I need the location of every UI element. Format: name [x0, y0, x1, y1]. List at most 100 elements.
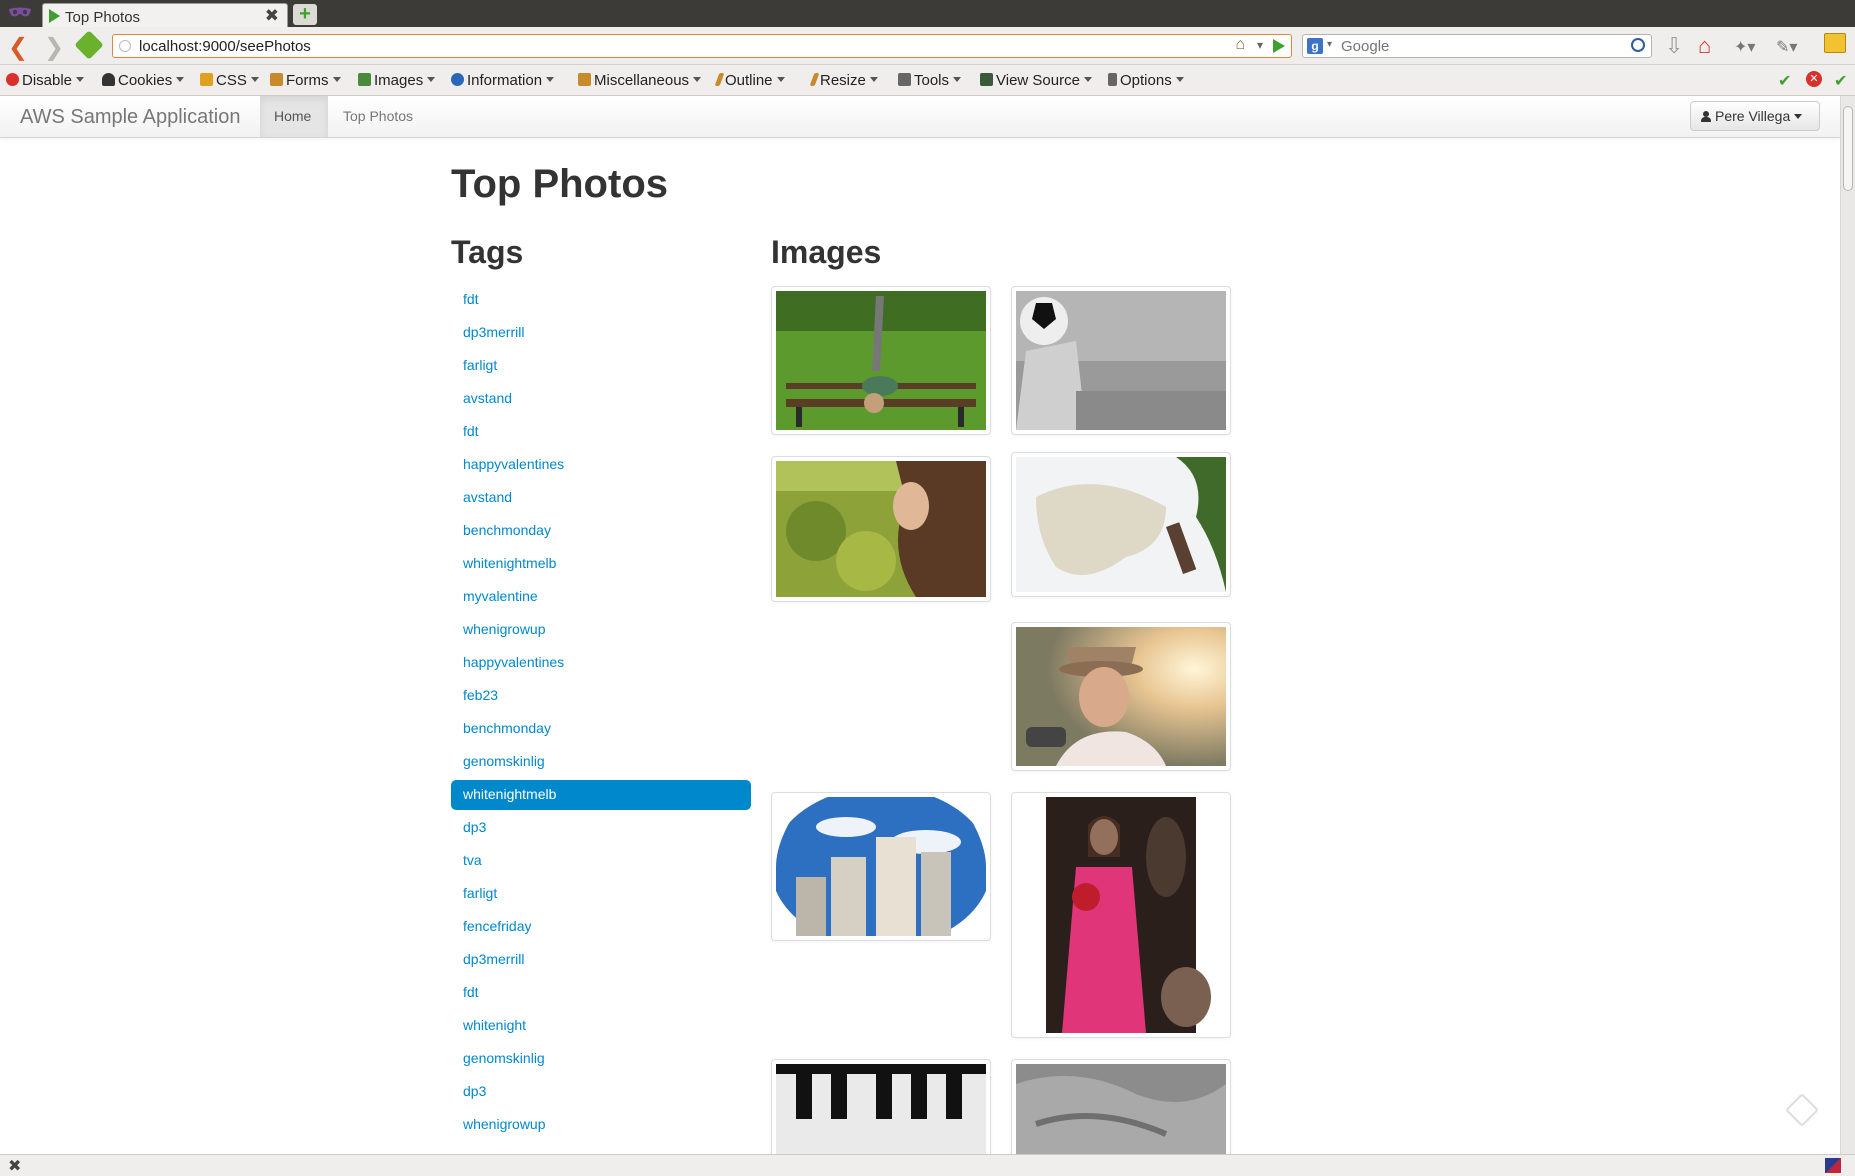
- tag-link[interactable]: farligt: [451, 879, 751, 909]
- app-brand[interactable]: AWS Sample Application: [20, 106, 240, 129]
- tag-list-item[interactable]: dp3: [451, 813, 751, 846]
- home-icon[interactable]: ⌂: [1698, 33, 1711, 59]
- tag-link[interactable]: genomskinlig: [451, 747, 751, 777]
- tag-list-item[interactable]: benchmonday: [451, 516, 751, 549]
- tag-list-item[interactable]: fdt: [451, 978, 751, 1011]
- image-thumbnail[interactable]: [771, 456, 991, 602]
- tag-link[interactable]: tva: [451, 846, 751, 876]
- nav-tab-top-photos[interactable]: Top Photos: [329, 96, 427, 137]
- url-text[interactable]: localhost:9000/seePhotos: [139, 38, 311, 55]
- go-icon[interactable]: [1273, 39, 1285, 53]
- tag-list-item[interactable]: farligt: [451, 351, 751, 384]
- vertical-scrollbar[interactable]: [1840, 96, 1855, 1154]
- status-addon-icon[interactable]: [1825, 1158, 1841, 1173]
- image-thumbnail[interactable]: [1011, 452, 1231, 597]
- tag-link[interactable]: dp3merrill: [451, 945, 751, 975]
- js-ok-icon[interactable]: ✔: [1834, 71, 1847, 91]
- image-thumbnail[interactable]: [1011, 286, 1231, 435]
- scrollbar-thumb[interactable]: [1843, 106, 1853, 191]
- search-icon[interactable]: [1631, 38, 1645, 52]
- tag-list-item[interactable]: fencefriday: [451, 912, 751, 945]
- user-menu-button[interactable]: Pere Villega: [1690, 101, 1820, 131]
- tag-link[interactable]: whitenightmelb: [451, 780, 751, 810]
- bookmark-home-icon[interactable]: ⌂: [1235, 36, 1245, 54]
- tag-list-item[interactable]: feb23: [451, 681, 751, 714]
- tag-link[interactable]: farligt: [451, 351, 751, 381]
- new-tab-icon[interactable]: +: [293, 4, 317, 25]
- tools-icon[interactable]: ✎▾: [1776, 37, 1797, 57]
- tag-list-item[interactable]: whitenightmelb: [451, 549, 751, 582]
- dev-menu-outline[interactable]: Outline: [714, 72, 785, 90]
- tag-list-item[interactable]: whenigrowup: [451, 1110, 751, 1143]
- chart-addon-icon[interactable]: [1824, 33, 1846, 53]
- search-engine-dropdown-icon[interactable]: ▾: [1327, 39, 1332, 50]
- tag-list-item[interactable]: genomskinlig: [451, 1044, 751, 1077]
- image-thumbnail[interactable]: [771, 787, 991, 947]
- dev-menu-disable[interactable]: Disable: [6, 72, 85, 90]
- tag-list-item[interactable]: whenigrowup: [451, 615, 751, 648]
- feedback-icon[interactable]: [1785, 1093, 1819, 1127]
- dev-menu-cookies[interactable]: Cookies: [102, 72, 185, 90]
- search-bar[interactable]: g ▾: [1302, 34, 1652, 58]
- close-addon-bar-icon[interactable]: ✖: [8, 1156, 21, 1176]
- tag-list-item[interactable]: fdt: [451, 285, 751, 318]
- tag-link[interactable]: whitenight: [451, 1011, 751, 1041]
- tag-link[interactable]: myvalentine: [451, 582, 751, 612]
- tag-link[interactable]: happyvalentines: [451, 450, 751, 480]
- tag-list-item[interactable]: tva: [451, 846, 751, 879]
- image-thumbnail[interactable]: [771, 286, 991, 435]
- dev-menu-options[interactable]: Options: [1108, 72, 1184, 90]
- dev-menu-forms[interactable]: Forms: [270, 72, 341, 90]
- tag-link[interactable]: fdt: [451, 978, 751, 1008]
- url-bar[interactable]: localhost:9000/seePhotos ⌂ ▾: [112, 34, 1292, 58]
- url-dropdown-icon[interactable]: ▾: [1257, 38, 1263, 52]
- tag-link[interactable]: dp3: [451, 1077, 751, 1107]
- image-thumbnail[interactable]: [1011, 792, 1231, 1038]
- tag-link[interactable]: avstand: [451, 483, 751, 513]
- addon-icon[interactable]: ✦▾: [1734, 37, 1755, 57]
- tag-link[interactable]: benchmonday: [451, 516, 751, 546]
- tag-link[interactable]: genomskinlig: [451, 1044, 751, 1074]
- image-thumbnail[interactable]: [1011, 1059, 1231, 1154]
- search-input[interactable]: [1341, 37, 1611, 55]
- back-arrow-icon[interactable]: ❮: [8, 33, 28, 62]
- dev-menu-information[interactable]: Information: [451, 72, 555, 90]
- dev-menu-images[interactable]: Images: [358, 72, 436, 90]
- tag-link[interactable]: whenigrowup: [451, 615, 751, 645]
- downloads-icon[interactable]: ⇩: [1665, 33, 1683, 59]
- dev-menu-resize[interactable]: Resize: [809, 72, 878, 90]
- dev-menu-miscellaneous[interactable]: Miscellaneous: [578, 72, 702, 90]
- tag-link[interactable]: whenigrowup: [451, 1110, 751, 1140]
- nav-tab-home[interactable]: Home: [260, 96, 328, 137]
- image-thumbnail[interactable]: [771, 1059, 991, 1154]
- dev-menu-view-source[interactable]: View Source: [980, 72, 1092, 90]
- tag-list-item[interactable]: whitenight: [451, 1011, 751, 1044]
- tag-list-item[interactable]: dp3merrill: [451, 945, 751, 978]
- tag-list-item[interactable]: benchmonday: [451, 714, 751, 747]
- tag-link[interactable]: fencefriday: [451, 912, 751, 942]
- tag-list-item[interactable]: fdt: [451, 417, 751, 450]
- tag-link[interactable]: avstand: [451, 384, 751, 414]
- site-identity-icon[interactable]: [119, 40, 131, 52]
- reload-icon[interactable]: [74, 30, 104, 60]
- dev-menu-tools[interactable]: Tools: [898, 72, 962, 90]
- tab-close-icon[interactable]: ✖: [265, 6, 279, 26]
- tag-list-item[interactable]: dp3merrill: [451, 318, 751, 351]
- tag-list-item[interactable]: avstand: [451, 483, 751, 516]
- image-thumbnail[interactable]: [1011, 622, 1231, 771]
- tag-link[interactable]: feb23: [451, 681, 751, 711]
- tag-link[interactable]: benchmonday: [451, 714, 751, 744]
- tag-list-item[interactable]: happyvalentines: [451, 648, 751, 681]
- tag-list-item[interactable]: avstand: [451, 384, 751, 417]
- tag-link[interactable]: happyvalentines: [451, 648, 751, 678]
- tag-link[interactable]: dp3: [451, 813, 751, 843]
- tag-link[interactable]: whitenightmelb: [451, 549, 751, 579]
- validation-ok-icon[interactable]: ✔: [1778, 71, 1791, 91]
- tag-link[interactable]: fdt: [451, 285, 751, 315]
- tag-list-item[interactable]: genomskinlig: [451, 747, 751, 780]
- tag-list-item[interactable]: myvalentine: [451, 582, 751, 615]
- tag-link[interactable]: fdt: [451, 417, 751, 447]
- tag-list-item[interactable]: happyvalentines: [451, 450, 751, 483]
- tag-list-item[interactable]: dp3: [451, 1077, 751, 1110]
- dev-menu-css[interactable]: CSS: [200, 72, 259, 90]
